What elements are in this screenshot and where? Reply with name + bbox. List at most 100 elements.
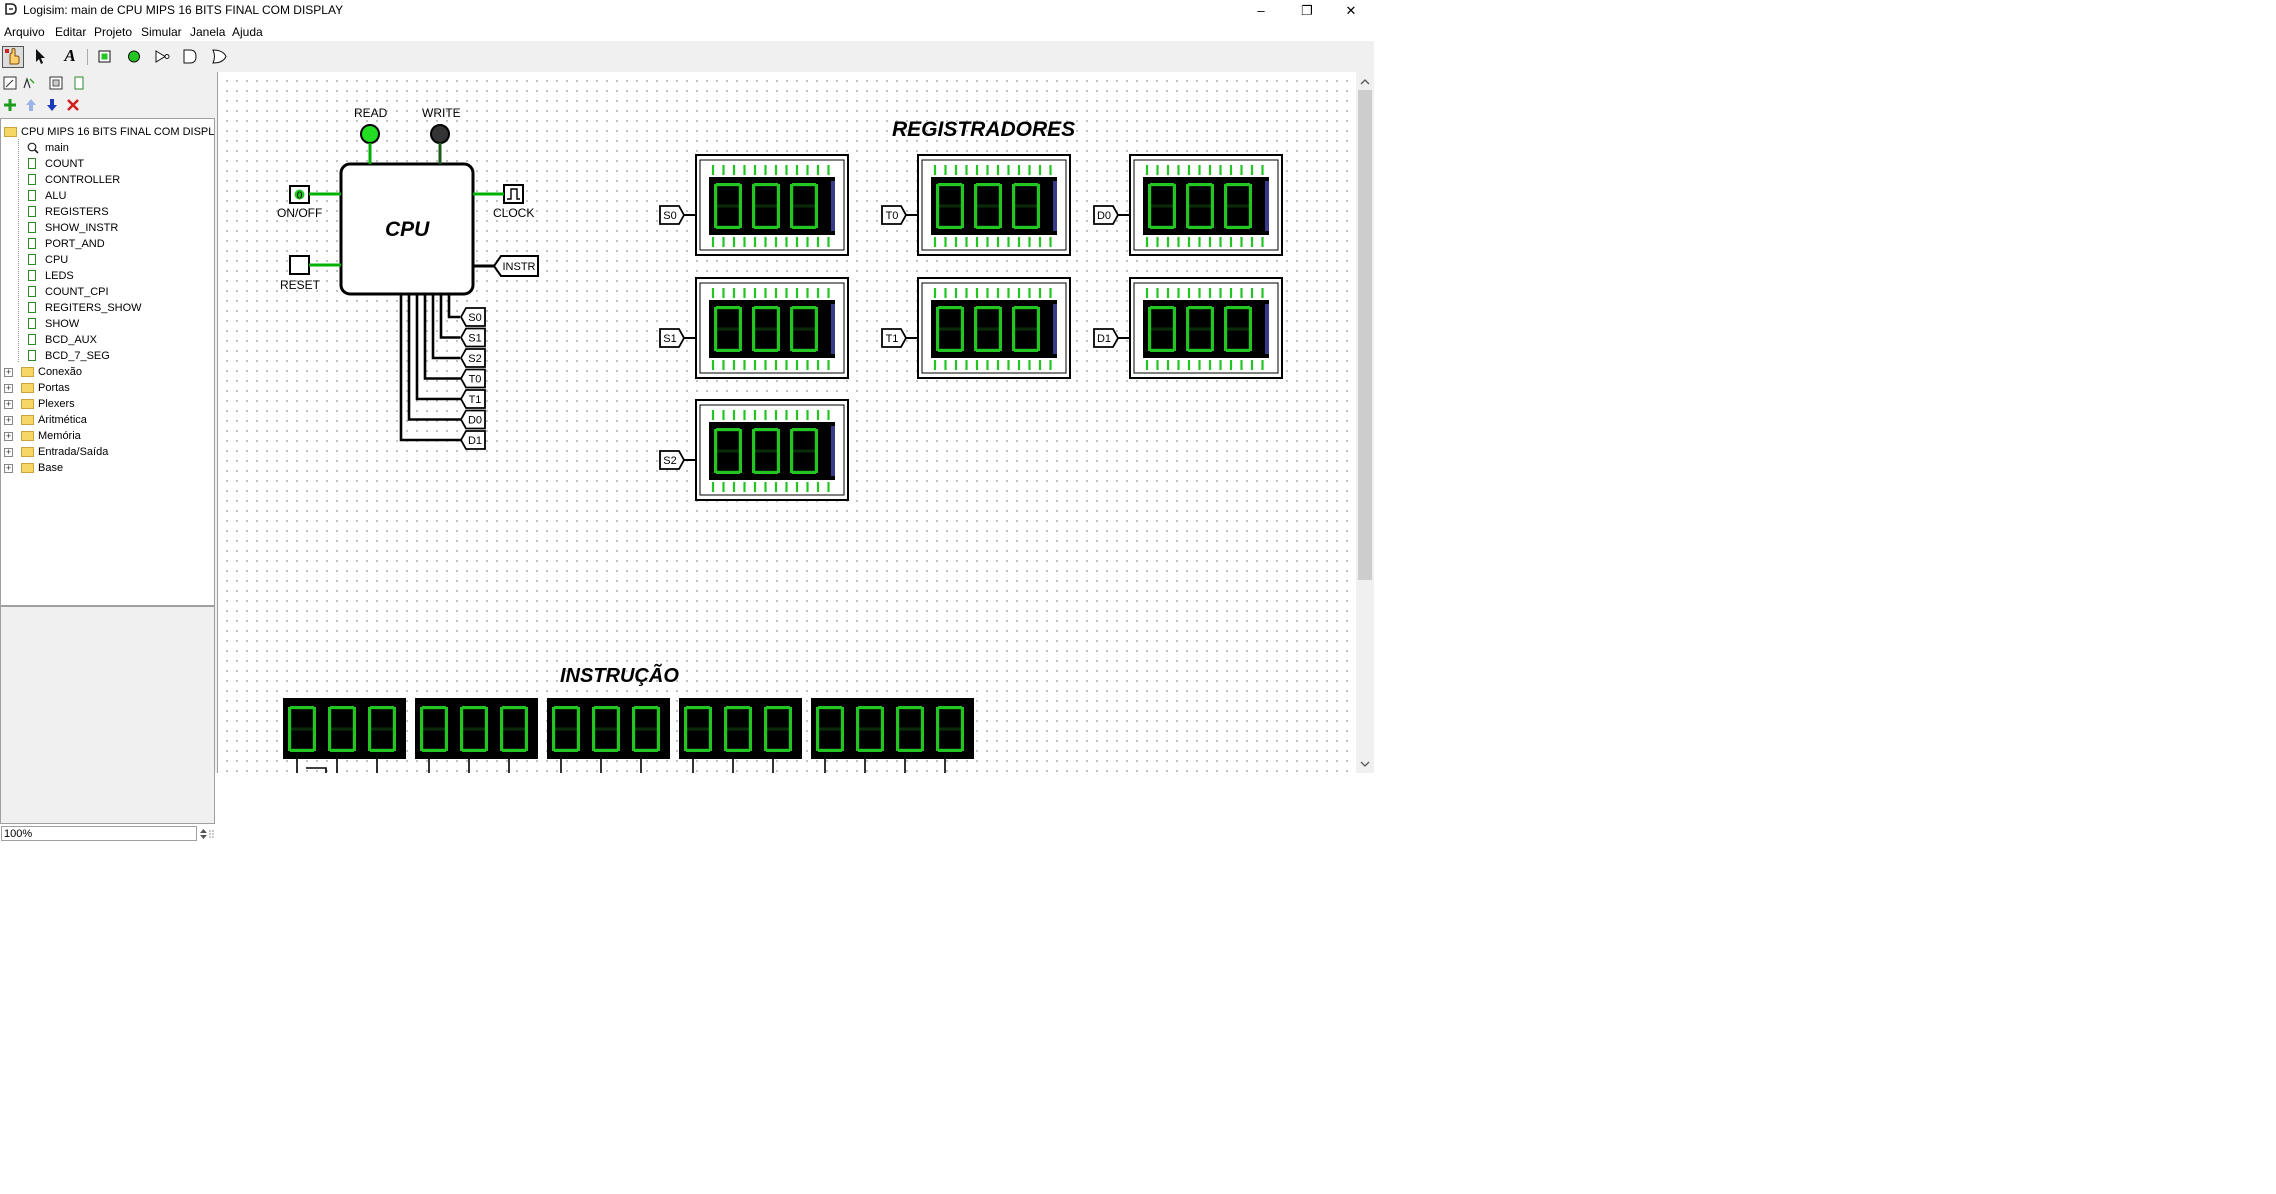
edit-layout-icon[interactable] xyxy=(3,76,17,90)
circuit-icon xyxy=(28,270,36,281)
tree-library-2[interactable]: + Plexers xyxy=(1,396,214,412)
delete-circuit-icon[interactable] xyxy=(66,98,80,112)
output-tunnel-label: D1 xyxy=(468,435,482,447)
menu-simular[interactable]: Simular xyxy=(141,25,182,39)
tree-circuit-bcd_7_seg[interactable]: BCD_7_SEG xyxy=(1,347,214,364)
output-pin-icon[interactable] xyxy=(124,46,146,68)
register-d1[interactable]: D1 xyxy=(1093,277,1283,379)
circuit-icon xyxy=(28,318,36,329)
select-arrow-icon[interactable] xyxy=(30,46,52,68)
tree-circuit-regiters_show[interactable]: REGITERS_SHOW xyxy=(1,299,214,316)
tree-item-label: ALU xyxy=(45,190,67,202)
read-label: READ xyxy=(354,106,388,120)
reset-input-pin[interactable] xyxy=(289,255,310,275)
tree-project[interactable]: CPU MIPS 16 BITS FINAL COM DISPLAY xyxy=(1,124,214,140)
register-s2[interactable]: S2 xyxy=(659,399,849,501)
edit-appearance-icon[interactable] xyxy=(22,76,36,90)
expand-icon[interactable]: + xyxy=(4,368,13,377)
input-pin-icon[interactable] xyxy=(95,46,117,68)
text-tool-icon[interactable]: A xyxy=(59,46,81,68)
tree-circuit-leds[interactable]: LEDS xyxy=(1,267,214,284)
tree-circuit-count_cpi[interactable]: COUNT_CPI xyxy=(1,283,214,300)
output-tunnel-s0[interactable]: S0 xyxy=(459,307,486,327)
tree-item-label: Memória xyxy=(38,430,81,442)
output-tunnel-s2[interactable]: S2 xyxy=(459,348,486,368)
tree-circuit-bcd_aux[interactable]: BCD_AUX xyxy=(1,331,214,348)
tree-library-4[interactable]: + Memória xyxy=(1,428,214,444)
onoff-input-pin[interactable]: 0 xyxy=(289,185,310,204)
clock-component[interactable] xyxy=(503,184,524,204)
output-tunnel-s1[interactable]: S1 xyxy=(459,327,486,348)
register-t0[interactable]: T0 xyxy=(881,154,1071,256)
zoom-field[interactable]: 100% xyxy=(1,826,197,841)
scroll-down-icon[interactable] xyxy=(1360,760,1370,768)
not-gate-icon[interactable] xyxy=(152,46,174,68)
menu-arquivo[interactable]: Arquivo xyxy=(4,25,45,39)
register-t1[interactable]: T1 xyxy=(881,277,1071,379)
register-d0[interactable]: D0 xyxy=(1093,154,1283,256)
instr-tunnel-label: INSTR xyxy=(503,261,536,273)
output-tunnel-d1[interactable]: D1 xyxy=(459,430,486,450)
expand-icon[interactable]: + xyxy=(4,384,13,393)
tree-circuit-alu[interactable]: ALU xyxy=(1,187,214,204)
and-gate-icon[interactable] xyxy=(180,46,202,68)
tree-library-1[interactable]: + Portas xyxy=(1,380,214,396)
tree-library-3[interactable]: + Aritmética xyxy=(1,412,214,428)
register-s0[interactable]: S0 xyxy=(659,154,849,256)
tree-item-label: CPU xyxy=(45,254,69,266)
menu-bar: Arquivo Editar Projeto Simular Janela Aj… xyxy=(0,21,1374,41)
tree-circuit-count[interactable]: COUNT xyxy=(1,155,214,172)
expand-icon[interactable]: + xyxy=(4,432,13,441)
tree-item-label: PORT_AND xyxy=(45,238,105,250)
tree-guide xyxy=(18,267,19,283)
expand-icon[interactable]: + xyxy=(4,448,13,457)
add-circuit-icon[interactable] xyxy=(3,98,17,112)
output-tunnel-t1[interactable]: T1 xyxy=(459,389,486,409)
tree-library-6[interactable]: + Base xyxy=(1,460,214,476)
close-button[interactable]: ✕ xyxy=(1328,0,1374,21)
tree-circuit-controller[interactable]: CONTROLLER xyxy=(1,171,214,188)
menu-projeto[interactable]: Projeto xyxy=(94,25,132,39)
tree-circuit-port_and[interactable]: PORT_AND xyxy=(1,235,214,252)
tree-circuit-registers[interactable]: REGISTERS xyxy=(1,203,214,220)
or-gate-icon[interactable] xyxy=(209,46,231,68)
minimize-button[interactable]: – xyxy=(1238,0,1284,21)
zoom-spinner-icon[interactable] xyxy=(199,827,208,841)
instr-tunnel[interactable]: INSTR xyxy=(492,255,539,277)
move-down-icon[interactable] xyxy=(45,98,59,112)
register-tunnel-label: D0 xyxy=(1097,210,1111,222)
restore-button[interactable]: ❐ xyxy=(1284,0,1330,21)
move-up-icon[interactable] xyxy=(24,98,38,112)
tree-library-0[interactable]: + Conexão xyxy=(1,364,214,380)
resize-grip-icon[interactable] xyxy=(209,829,215,839)
output-tunnel-label: T1 xyxy=(469,394,482,406)
simulation-tree-icon[interactable] xyxy=(49,76,63,90)
zoom-bar: 100% xyxy=(0,824,216,844)
menu-editar[interactable]: Editar xyxy=(55,25,86,39)
register-s1[interactable]: S1 xyxy=(659,277,849,379)
output-tunnel-t0[interactable]: T0 xyxy=(459,368,486,389)
scrollbar-thumb[interactable] xyxy=(1358,90,1372,580)
menu-ajuda[interactable]: Ajuda xyxy=(232,25,263,39)
expand-icon[interactable]: + xyxy=(4,464,13,473)
folder-icon xyxy=(21,399,34,409)
tree-circuit-show_instr[interactable]: SHOW_INSTR xyxy=(1,219,214,236)
project-name: CPU MIPS 16 BITS FINAL COM DISPLAY xyxy=(21,126,215,138)
tree-guide xyxy=(18,347,19,363)
tree-circuit-main[interactable]: main xyxy=(1,139,214,156)
tree-circuit-cpu[interactable]: CPU xyxy=(1,251,214,268)
tree-library-5[interactable]: + Entrada/Saída xyxy=(1,444,214,460)
output-tunnel-d0[interactable]: D0 xyxy=(459,409,486,430)
circuit-icon xyxy=(28,286,36,297)
toolbox-icon[interactable] xyxy=(72,76,86,90)
hand-poke-icon[interactable] xyxy=(2,46,24,68)
menu-janela[interactable]: Janela xyxy=(190,25,225,39)
tree-item-label: BCD_7_SEG xyxy=(45,350,110,362)
scroll-up-icon[interactable] xyxy=(1360,78,1370,86)
onoff-label: ON/OFF xyxy=(277,206,323,220)
expand-icon[interactable]: + xyxy=(4,400,13,409)
tree-circuit-show[interactable]: SHOW xyxy=(1,315,214,332)
circuit-canvas[interactable]: 0 INSTR S0 S1 S2 T0 T1 D0 D1 S0 T0 D0 S1 T1 D1 S2 REGIS… xyxy=(217,72,1357,773)
expand-icon[interactable]: + xyxy=(4,416,13,425)
register-tunnel-label: T1 xyxy=(886,333,899,345)
